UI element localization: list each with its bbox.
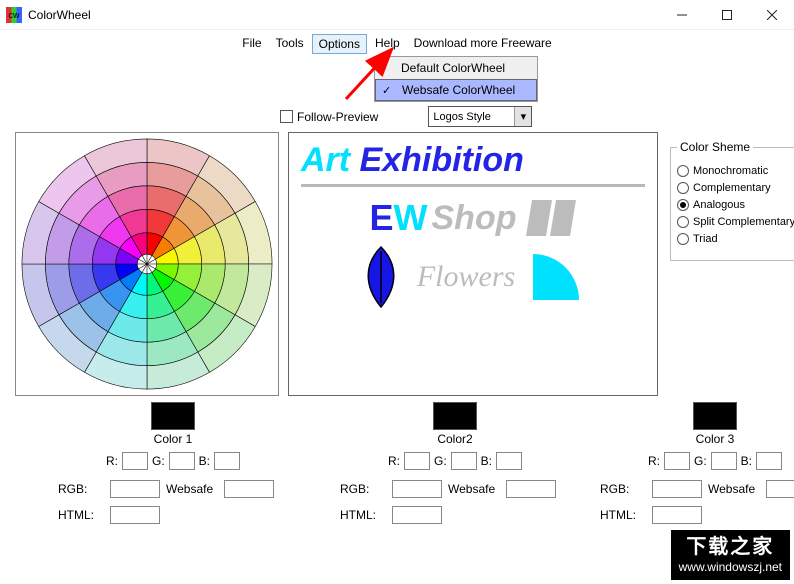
color2-swatch[interactable]	[433, 402, 477, 430]
menu-help[interactable]: Help	[369, 34, 406, 54]
window-title: ColorWheel	[28, 8, 91, 22]
color3-rgb-input[interactable]	[652, 480, 702, 498]
chevron-down-icon: ▾	[514, 107, 531, 126]
scheme-triad[interactable]: Triad	[677, 233, 794, 245]
scheme-legend: Color Sheme	[677, 140, 753, 154]
scheme-split-complementary[interactable]: Split Complementary	[677, 216, 794, 228]
color1-swatch[interactable]	[151, 402, 195, 430]
preview-exhibition: Exhibition	[350, 141, 524, 179]
color2-websafe-input[interactable]	[506, 480, 556, 498]
color3-label: Color 3	[600, 432, 794, 446]
app-icon: cw	[6, 7, 22, 23]
menu-file[interactable]: File	[236, 34, 267, 54]
dropdown-websafe-colorwheel[interactable]: ✓ Websafe ColorWheel	[375, 79, 537, 101]
preview-flowers: Flowers	[417, 260, 515, 294]
preview-line1: Art Exhibition	[301, 141, 645, 187]
scheme-complementary[interactable]: Complementary	[677, 182, 794, 194]
color2-label: Color2	[340, 432, 570, 446]
menu-download[interactable]: Download more Freeware	[408, 34, 558, 54]
color1-b-input[interactable]	[214, 452, 240, 470]
preview-panel: Art Exhibition EW Shop Flowers	[288, 132, 658, 396]
color-group-3: Color 3 R: G: B: RGB:Websafe HTML:	[600, 402, 794, 532]
color1-label: Color 1	[58, 432, 288, 446]
color-group-2: Color2 R: G: B: RGB:Websafe HTML:	[340, 402, 570, 532]
maximize-button[interactable]	[704, 0, 749, 30]
color3-b-input[interactable]	[756, 452, 782, 470]
color2-rgb-input[interactable]	[392, 480, 442, 498]
scheme-analogous[interactable]: Analogous	[677, 199, 794, 211]
combobox-value: Logos Style	[433, 111, 490, 123]
style-combobox[interactable]: Logos Style ▾	[428, 106, 532, 127]
follow-preview-label: Follow-Preview	[297, 110, 378, 124]
watermark: 下载之家 www.windowszj.net	[671, 530, 790, 580]
quarter-circle-icon	[529, 250, 587, 304]
color3-swatch[interactable]	[693, 402, 737, 430]
dropdown-default-colorwheel[interactable]: Default ColorWheel	[375, 57, 537, 79]
color3-g-input[interactable]	[711, 452, 737, 470]
bars-icon	[526, 200, 576, 236]
checkbox-box	[280, 110, 293, 123]
color2-r-input[interactable]	[404, 452, 430, 470]
check-icon: ✓	[382, 84, 391, 97]
dropdown-item-label: Websafe ColorWheel	[402, 83, 515, 97]
preview-ew: EW	[370, 197, 428, 239]
color3-html-input[interactable]	[652, 506, 702, 524]
titlebar: cw ColorWheel	[0, 0, 794, 30]
preview-shop: Shop	[432, 199, 517, 238]
color3-r-input[interactable]	[664, 452, 690, 470]
preview-line3: Flowers	[301, 245, 645, 309]
color1-html-input[interactable]	[110, 506, 160, 524]
preview-art: Art	[301, 141, 350, 179]
dropdown-item-label: Default ColorWheel	[401, 61, 505, 75]
preview-line2: EW Shop	[301, 197, 645, 239]
close-button[interactable]	[749, 0, 794, 30]
color-group-1: Color 1 R: G: B: RGB:Websafe HTML:	[58, 402, 288, 532]
menu-tools[interactable]: Tools	[270, 34, 310, 54]
color3-websafe-input[interactable]	[766, 480, 794, 498]
follow-preview-checkbox[interactable]: Follow-Preview	[280, 110, 378, 124]
color1-websafe-input[interactable]	[224, 480, 274, 498]
color2-g-input[interactable]	[451, 452, 477, 470]
menubar: File Tools Options Help Download more Fr…	[0, 30, 794, 54]
color1-rgb-input[interactable]	[110, 480, 160, 498]
color2-html-input[interactable]	[392, 506, 442, 524]
minimize-button[interactable]	[659, 0, 704, 30]
color2-b-input[interactable]	[496, 452, 522, 470]
leaf-icon	[359, 245, 403, 309]
color1-r-input[interactable]	[122, 452, 148, 470]
color-scheme-group: Color Sheme Monochromatic Complementary …	[668, 140, 780, 261]
menu-options[interactable]: Options	[312, 34, 367, 54]
scheme-monochromatic[interactable]: Monochromatic	[677, 165, 794, 177]
color-wheel[interactable]	[15, 132, 279, 396]
color1-g-input[interactable]	[169, 452, 195, 470]
options-dropdown: Default ColorWheel ✓ Websafe ColorWheel	[374, 56, 538, 102]
